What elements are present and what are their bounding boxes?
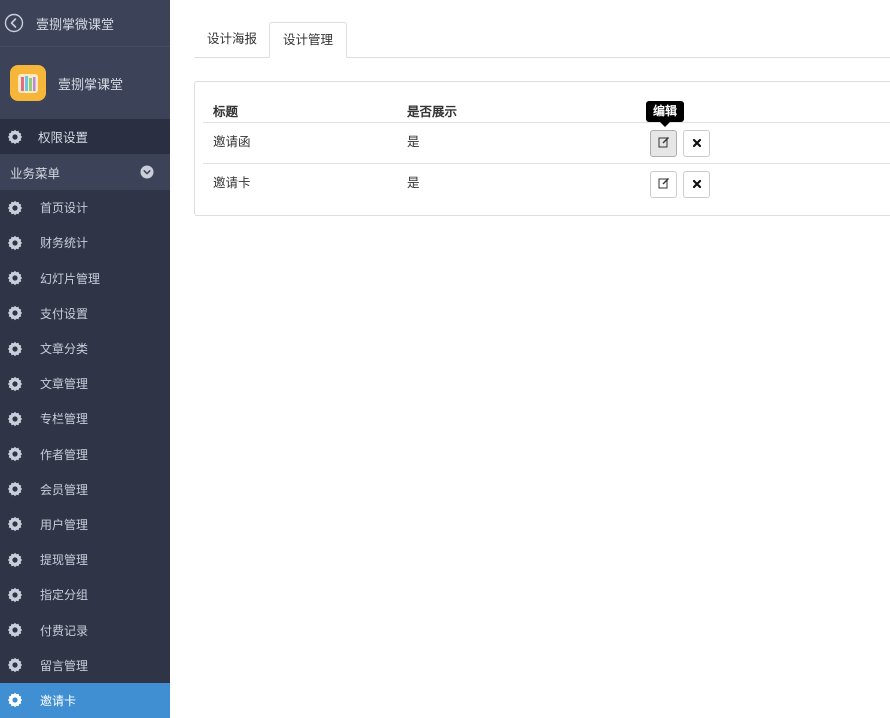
- gear-icon: [7, 235, 23, 251]
- sidebar-item-9[interactable]: 会员管理: [0, 472, 170, 507]
- sidebar-item-7[interactable]: 专栏管理: [0, 401, 170, 436]
- edit-icon: [658, 177, 670, 192]
- back-arrow-icon[interactable]: [4, 13, 24, 33]
- sidebar-item-label: 付费记录: [40, 623, 89, 638]
- sidebar-item-1[interactable]: 首页设计: [0, 190, 170, 225]
- delete-button[interactable]: [683, 130, 710, 157]
- gear-icon: [7, 692, 23, 708]
- gear-icon: [7, 129, 23, 145]
- sidebar-item-permissions[interactable]: 权限设置: [0, 119, 170, 155]
- sidebar-item-label: 指定分组: [40, 588, 89, 603]
- gear-icon: [7, 270, 23, 286]
- gear-icon: [7, 552, 23, 568]
- sidebar-item-13[interactable]: 付费记录: [0, 612, 170, 647]
- gear-icon: [7, 305, 23, 321]
- app-title: 壹捌掌微课堂: [36, 17, 115, 33]
- sidebar-item-4[interactable]: 支付设置: [0, 296, 170, 331]
- column-header-title: 标题: [213, 104, 239, 119]
- sidebar-item-label: 提现管理: [40, 553, 89, 568]
- sidebar-item-10[interactable]: 用户管理: [0, 507, 170, 542]
- gear-icon: [7, 516, 23, 532]
- gear-icon: [7, 481, 23, 497]
- tooltip-arrow: [660, 122, 670, 127]
- sidebar-item-label: 用户管理: [40, 517, 89, 532]
- gear-icon: [7, 657, 23, 673]
- sidebar-item-15[interactable]: 邀请卡: [0, 682, 170, 718]
- sidebar-item-label: 会员管理: [40, 482, 89, 497]
- row-1-title: 邀请函: [213, 134, 251, 149]
- header-divider: [203, 122, 890, 123]
- sidebar: 壹捌掌微课堂 壹捌掌课堂 权限设置 业务菜单 首页设计财务统计幻灯片管理支付设置…: [0, 0, 170, 718]
- close-icon: [692, 137, 702, 151]
- sidebar-item-label: 专栏管理: [40, 412, 89, 427]
- sidebar-header: 壹捌掌微课堂: [0, 0, 170, 46]
- row-2-title: 邀请卡: [213, 175, 251, 190]
- row-1-shown: 是: [407, 134, 420, 149]
- tab-bar: 设计海报 设计管理: [194, 22, 890, 58]
- edit-button[interactable]: [650, 130, 677, 157]
- sidebar-item-2[interactable]: 财务统计: [0, 225, 170, 260]
- tab-design-manage[interactable]: 设计管理: [269, 22, 348, 58]
- edit-button[interactable]: [650, 171, 677, 198]
- sidebar-item-label: 邀请卡: [40, 693, 77, 708]
- sidebar-item-12[interactable]: 指定分组: [0, 577, 170, 612]
- gear-icon: [7, 411, 23, 427]
- delete-button[interactable]: [683, 171, 710, 198]
- sidebar-item-label: 首页设计: [40, 201, 89, 216]
- sidebar-item-label: 幻灯片管理: [40, 271, 101, 286]
- sidebar-item-label: 文章分类: [40, 342, 89, 357]
- app-logo: [10, 65, 46, 101]
- sidebar-item-6[interactable]: 文章管理: [0, 366, 170, 401]
- sidebar-group-business-menu[interactable]: 业务菜单: [0, 154, 170, 191]
- table-panel: 标题 是否展示 邀请函 是 邀请卡 是: [194, 81, 890, 216]
- row-2-shown: 是: [407, 175, 420, 190]
- sidebar-item-label: 留言管理: [40, 658, 89, 673]
- column-header-shown: 是否展示: [407, 104, 458, 119]
- gear-icon: [7, 446, 23, 462]
- sidebar-item-5[interactable]: 文章分类: [0, 331, 170, 366]
- edit-tooltip: 编辑: [646, 101, 685, 122]
- row-divider: [203, 163, 890, 164]
- sidebar-menu-list: 首页设计财务统计幻灯片管理支付设置文章分类文章管理专栏管理作者管理会员管理用户管…: [0, 190, 170, 718]
- tab-design-poster[interactable]: 设计海报: [194, 22, 270, 57]
- sidebar-item-label: 权限设置: [38, 130, 89, 146]
- sidebar-group-label: 业务菜单: [10, 165, 61, 181]
- close-icon: [692, 178, 702, 192]
- sidebar-item-3[interactable]: 幻灯片管理: [0, 261, 170, 296]
- sidebar-item-11[interactable]: 提现管理: [0, 542, 170, 577]
- profile-block[interactable]: 壹捌掌课堂: [0, 46, 170, 119]
- chevron-down-icon: [140, 165, 154, 179]
- sidebar-item-14[interactable]: 留言管理: [0, 648, 170, 683]
- sidebar-item-label: 文章管理: [40, 377, 89, 392]
- gear-icon: [7, 376, 23, 392]
- sidebar-item-label: 作者管理: [40, 447, 89, 462]
- gear-icon: [7, 341, 23, 357]
- main-content: 设计海报 设计管理 标题 是否展示 邀请函 是 邀请卡 是 编辑: [170, 0, 890, 718]
- gear-icon: [7, 200, 23, 216]
- sidebar-item-label: 财务统计: [40, 236, 89, 251]
- gear-icon: [7, 587, 23, 603]
- edit-icon: [658, 136, 670, 151]
- sidebar-item-8[interactable]: 作者管理: [0, 437, 170, 472]
- profile-name: 壹捌掌课堂: [58, 77, 124, 93]
- gear-icon: [7, 622, 23, 638]
- sidebar-item-label: 支付设置: [40, 306, 89, 321]
